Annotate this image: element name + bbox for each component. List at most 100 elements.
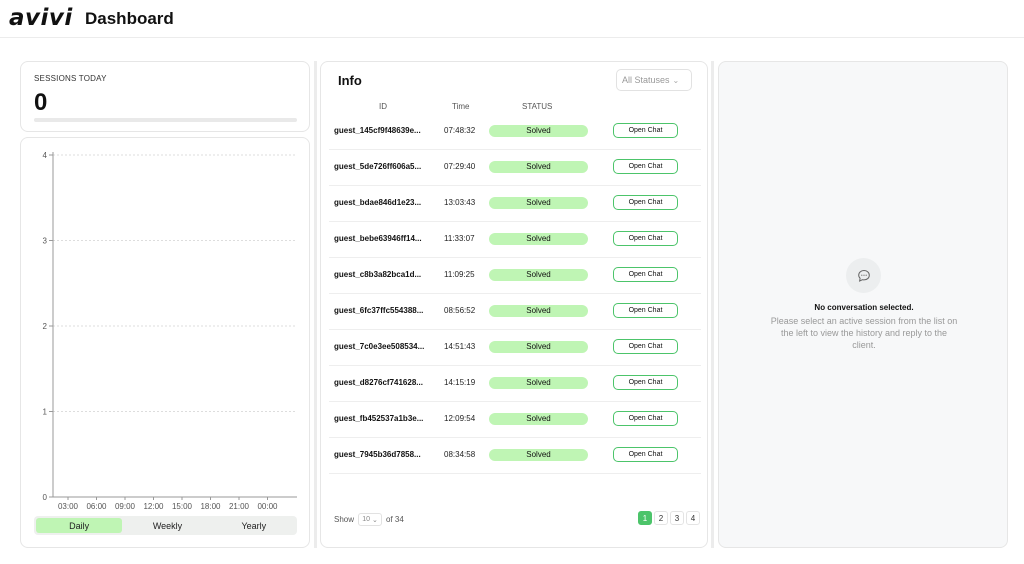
- open-chat-button[interactable]: Open Chat: [613, 159, 678, 174]
- session-time: 07:29:40: [444, 162, 476, 171]
- info-title: Info: [338, 73, 362, 88]
- pagination: 1234: [638, 511, 700, 525]
- status-badge: Solved: [489, 161, 588, 173]
- table-row: guest_d8276cf741628... 14:15:19 Solved Open…: [329, 366, 701, 402]
- table-row: guest_7c0e3ee508534... 14:51:43 Solved Open…: [329, 330, 701, 366]
- show-label: Show: [334, 515, 355, 524]
- column-header-time: Time: [452, 102, 470, 111]
- period-tab-daily[interactable]: Daily: [36, 518, 123, 533]
- status-badge: Solved: [489, 125, 588, 137]
- logo[interactable]: avivi: [9, 5, 73, 31]
- y-tick-label: 2: [43, 322, 48, 331]
- session-time: 14:51:43: [444, 342, 476, 351]
- table-row: guest_c8b3a82bca1d... 11:09:25 Solved Open …: [329, 258, 701, 294]
- table-row: guest_5de726ff606a5... 07:29:40 Solved Open…: [329, 150, 701, 186]
- sessions-today-card: SESSIONS TODAY 0: [20, 61, 310, 132]
- open-chat-button[interactable]: Open Chat: [613, 267, 678, 282]
- period-tabs: Daily Weekly Yearly: [34, 516, 297, 535]
- chevron-down-icon: ⌄: [672, 75, 680, 85]
- page-size-control: Show 10 ⌄ of 34: [334, 513, 404, 526]
- x-tick-label: 18:00: [200, 502, 221, 511]
- page-button-4[interactable]: 4: [686, 511, 700, 525]
- panel-divider-right[interactable]: [711, 61, 714, 548]
- status-badge: Solved: [489, 341, 588, 353]
- open-chat-button[interactable]: Open Chat: [613, 375, 678, 390]
- page-button-2[interactable]: 2: [654, 511, 668, 525]
- open-chat-button[interactable]: Open Chat: [613, 231, 678, 246]
- sessions-chart-card: 0 1 2 3 4 03:00 06:00 09:00 12:00 15:00 18:00 21:00…: [20, 137, 310, 548]
- table-row: guest_145cf9f48639e... 07:48:32 Solved Open…: [329, 114, 701, 150]
- empty-state-title: No conversation selected.: [814, 303, 914, 312]
- session-time: 14:15:19: [444, 378, 476, 387]
- session-time: 08:34:58: [444, 450, 476, 459]
- x-tick-label: 09:00: [115, 502, 136, 511]
- session-id: guest_bdae846d1e23...: [334, 198, 422, 207]
- table-row: guest_7945b36d7858... 08:34:58 Solved Open …: [329, 438, 701, 474]
- period-tab-yearly[interactable]: Yearly: [211, 516, 297, 535]
- page-title: Dashboard: [85, 9, 174, 28]
- panel-divider-left[interactable]: [314, 61, 317, 548]
- status-filter-value: All Statuses: [622, 75, 670, 85]
- per-page-value: 10: [362, 516, 370, 523]
- status-badge: Solved: [489, 197, 588, 209]
- top-bar: avivi Dashboard: [0, 0, 1024, 38]
- table-row: guest_fb452537a1b3e... 12:09:54 Solved Open…: [329, 402, 701, 438]
- table-row: guest_bdae846d1e23... 13:03:43 Solved Open …: [329, 186, 701, 222]
- sessions-count: 0: [34, 89, 48, 116]
- y-tick-label: 4: [43, 151, 48, 160]
- session-time: 11:09:25: [444, 270, 475, 279]
- session-id: guest_d8276cf741628...: [334, 378, 423, 387]
- session-id: guest_145cf9f48639e...: [334, 126, 421, 135]
- total-count: of 34: [386, 515, 404, 524]
- session-time: 13:03:43: [444, 198, 476, 207]
- column-header-id: ID: [379, 102, 387, 111]
- open-chat-button[interactable]: Open Chat: [613, 195, 678, 210]
- page-button-3[interactable]: 3: [670, 511, 684, 525]
- session-id: guest_5de726ff606a5...: [334, 162, 422, 171]
- x-tick-label: 12:00: [143, 502, 164, 511]
- period-tab-weekly[interactable]: Weekly: [124, 516, 210, 535]
- open-chat-button[interactable]: Open Chat: [613, 447, 678, 462]
- y-tick-label: 3: [43, 237, 48, 246]
- session-id: guest_7945b36d7858...: [334, 450, 421, 459]
- sessions-chart: 0 1 2 3 4 03:00 06:00 09:00 12:00 15:00 18:00 21:00…: [43, 151, 297, 511]
- session-id: guest_fb452537a1b3e...: [334, 414, 424, 423]
- x-tick-label: 06:00: [86, 502, 107, 511]
- session-id: guest_6fc37ffc554388...: [334, 306, 424, 315]
- table-row: guest_6fc37ffc554388... 08:56:52 Solved Ope…: [329, 294, 701, 330]
- conversation-panel: No conversation selected. Please select …: [718, 61, 1008, 548]
- table-row: guest_bebe63946ff14... 11:33:07 Solved Open…: [329, 222, 701, 258]
- x-tick-label: 15:00: [172, 502, 193, 511]
- sessions-progress-bar: [34, 118, 297, 122]
- x-tick-label: 21:00: [229, 502, 250, 511]
- chat-bubble-icon: [846, 258, 881, 293]
- status-badge: Solved: [489, 449, 588, 461]
- session-time: 12:09:54: [444, 414, 476, 423]
- session-id: guest_bebe63946ff14...: [334, 234, 422, 243]
- status-badge: Solved: [489, 233, 588, 245]
- session-id: guest_7c0e3ee508534...: [334, 342, 425, 351]
- x-tick-label: 00:00: [257, 502, 278, 511]
- per-page-select[interactable]: 10 ⌄: [358, 513, 383, 526]
- open-chat-button[interactable]: Open Chat: [613, 123, 678, 138]
- open-chat-button[interactable]: Open Chat: [613, 339, 678, 354]
- y-tick-label: 1: [43, 408, 48, 417]
- session-time: 08:56:52: [444, 306, 476, 315]
- y-tick-label: 0: [43, 493, 48, 502]
- session-time: 11:33:07: [444, 234, 475, 243]
- sessions-table: guest_145cf9f48639e... 07:48:32 Solved Open…: [329, 114, 701, 474]
- open-chat-button[interactable]: Open Chat: [613, 303, 678, 318]
- x-tick-label: 03:00: [58, 502, 79, 511]
- session-id: guest_c8b3a82bca1d...: [334, 270, 422, 279]
- info-card: Info All Statuses ⌄ ID Time STATUS guest…: [320, 61, 708, 548]
- page-button-1[interactable]: 1: [638, 511, 652, 525]
- status-badge: Solved: [489, 413, 588, 425]
- status-badge: Solved: [489, 377, 588, 389]
- empty-state-message: Please select an active session from the…: [770, 316, 958, 350]
- sessions-label: SESSIONS TODAY: [34, 74, 107, 83]
- status-badge: Solved: [489, 269, 588, 281]
- session-time: 07:48:32: [444, 126, 476, 135]
- open-chat-button[interactable]: Open Chat: [613, 411, 678, 426]
- status-badge: Solved: [489, 305, 588, 317]
- status-filter-select[interactable]: All Statuses ⌄: [616, 69, 692, 91]
